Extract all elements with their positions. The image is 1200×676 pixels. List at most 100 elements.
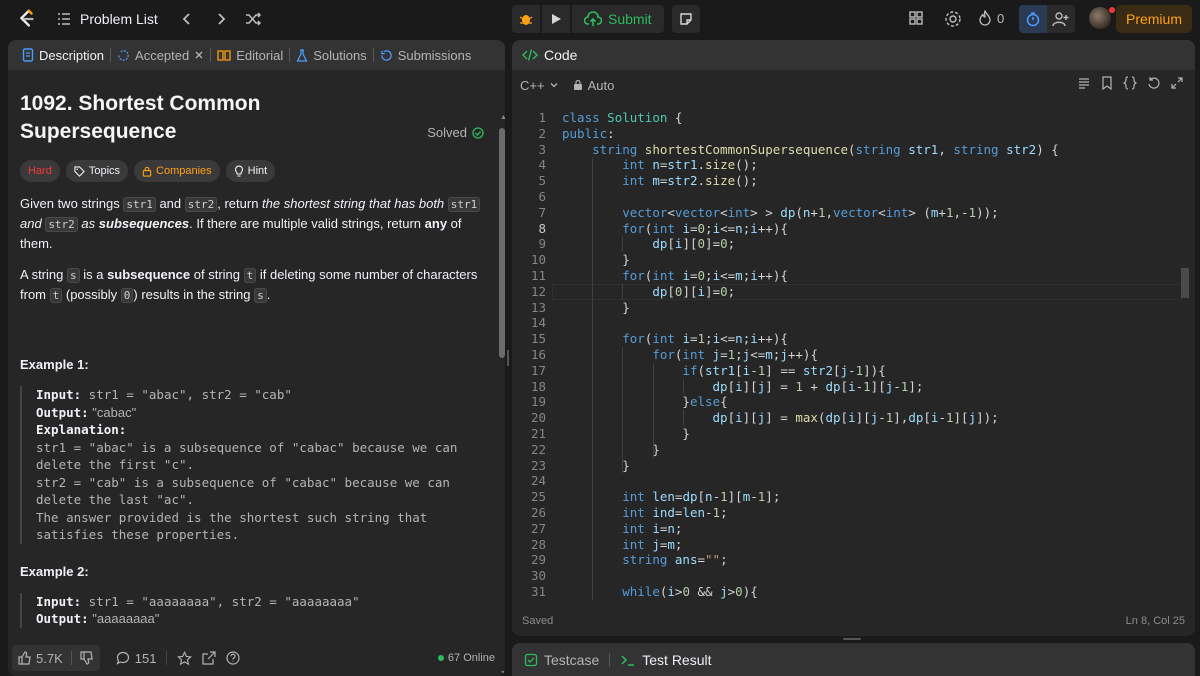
code-line[interactable]: if(str1[i-1] == str2[j-1]){ [562, 363, 885, 379]
code-line[interactable]: for(int i=0;i<=n;i++){ [562, 221, 788, 237]
settings-icon[interactable] [944, 10, 962, 28]
code-editor[interactable]: 1 class Solution {2 public: 3 string shorte… [512, 108, 1195, 600]
topics-tag[interactable]: Topics [65, 160, 129, 182]
shuffle-icon[interactable] [244, 10, 262, 28]
tab-test-result[interactable]: Test Result [620, 652, 712, 668]
history-icon [380, 49, 393, 62]
leetcode-logo[interactable] [16, 8, 38, 30]
editor-tools [1077, 76, 1183, 90]
line-number: 5 [538, 173, 546, 189]
description-scrollbar[interactable] [499, 128, 505, 358]
code-line[interactable]: } [562, 252, 630, 268]
tab-solutions[interactable]: Solutions [290, 48, 372, 63]
line-number: 3 [538, 141, 546, 157]
line-number: 24 [530, 473, 546, 489]
code-line[interactable]: }else{ [562, 394, 727, 410]
code-line[interactable]: int len=dp[n-1][m-1]; [562, 489, 780, 505]
reset-icon[interactable] [1147, 76, 1161, 90]
scroll-up-arrow[interactable]: ▲ [500, 114, 505, 121]
submit-button[interactable]: Submit [572, 5, 664, 33]
line-number: 27 [530, 520, 546, 536]
code-line[interactable]: for(int i=1;i<=n;i++){ [562, 331, 788, 347]
run-button[interactable] [542, 5, 570, 33]
tab-description[interactable]: Description [16, 48, 110, 63]
code-line[interactable]: int ind=len-1; [562, 505, 727, 521]
close-icon[interactable] [194, 50, 204, 60]
document-icon [22, 48, 34, 62]
code-line[interactable]: dp[0][i]=0; [562, 284, 735, 300]
code-line[interactable]: } [562, 458, 630, 474]
problem-list-button[interactable]: Problem List [56, 11, 158, 27]
code-line[interactable]: dp[i][j] = 1 + dp[i-1][j-1]; [562, 379, 924, 395]
timer-icon [1025, 11, 1041, 27]
vertical-resize-handle[interactable] [843, 638, 861, 640]
share-icon[interactable] [202, 651, 217, 665]
description-panel: Description Accepted Editorial Solutions [8, 40, 505, 676]
code-line[interactable]: int i=n; [562, 521, 682, 537]
code-line[interactable]: for(int j=1;j<=m;j++){ [562, 347, 818, 363]
line-number: 30 [530, 568, 546, 584]
code-line[interactable]: int j=m; [562, 537, 682, 553]
tab-accepted[interactable]: Accepted [111, 48, 210, 63]
notes-button[interactable] [671, 5, 700, 33]
code-tab-label[interactable]: Code [544, 47, 577, 63]
layout-icon[interactable] [908, 10, 924, 26]
debug-button[interactable] [512, 5, 540, 33]
line-number: 8 [538, 220, 546, 236]
panel-resize-handle[interactable] [507, 350, 509, 366]
line-number: 21 [530, 426, 546, 441]
thumbs-up-icon[interactable] [18, 651, 32, 665]
editor-scrollbar[interactable] [1181, 268, 1189, 298]
tab-editorial[interactable]: Editorial [211, 48, 289, 63]
braces-icon[interactable] [1123, 76, 1137, 90]
example-1-heading: Example 1: [20, 357, 89, 372]
online-label: 67 Online [447, 652, 495, 664]
hint-tag[interactable]: Hint [225, 160, 276, 182]
auto-mode-toggle[interactable]: Auto [573, 78, 614, 93]
comments-button[interactable]: 151 [116, 650, 157, 666]
thumbs-down-icon[interactable] [80, 651, 94, 665]
code-line[interactable]: dp[i][0]=0; [562, 236, 735, 252]
bookmark-icon[interactable] [1101, 76, 1113, 90]
description-paragraph-1: Given two strings str1 and str2, return … [20, 194, 482, 253]
add-user-icon [1052, 11, 1070, 27]
add-user-button[interactable] [1047, 5, 1075, 33]
line-number: 9 [538, 236, 546, 252]
companies-tag[interactable]: Companies [134, 160, 220, 182]
tab-submissions-label: Submissions [397, 47, 472, 63]
line-number: 10 [530, 252, 546, 268]
problem-title[interactable]: 1092. Shortest Common Supersequence [20, 90, 380, 146]
timer-button[interactable] [1019, 5, 1047, 33]
streak-counter[interactable]: 0 [978, 10, 1004, 26]
code-line[interactable]: string shortestCommonSupersequence(strin… [562, 142, 1059, 158]
tab-testcase[interactable]: Testcase [524, 652, 599, 668]
comment-count: 151 [134, 650, 157, 666]
code-line[interactable]: } [562, 300, 630, 316]
tab-submissions[interactable]: Submissions [374, 48, 478, 63]
tag-icon [74, 165, 85, 177]
code-line[interactable]: } [562, 426, 690, 442]
indent-guide [652, 362, 654, 458]
indent-guide [592, 157, 594, 600]
avatar[interactable] [1089, 7, 1111, 29]
editor-toolbar: C++ Auto [512, 70, 1195, 100]
like-dislike-group: 5.7K [12, 645, 100, 671]
code-line[interactable]: } [562, 442, 660, 458]
code-line[interactable]: string ans=""; [562, 552, 727, 568]
code-line[interactable]: vector<vector<int> > dp(n+1,vector<int> … [562, 205, 998, 221]
format-icon[interactable] [1077, 76, 1091, 90]
expand-icon[interactable] [1171, 76, 1183, 90]
line-number: 18 [530, 378, 546, 394]
chevron-right-icon[interactable] [212, 10, 230, 28]
code-line[interactable]: class Solution { [562, 110, 682, 126]
language-select[interactable]: C++ [520, 78, 559, 93]
history-icon [117, 49, 130, 62]
code-line[interactable]: for(int i=0;i<=m;i++){ [562, 268, 788, 284]
chevron-left-icon[interactable] [178, 10, 196, 28]
help-icon[interactable] [226, 651, 241, 665]
example-1-block: Input: str1 = "abac", str2 = "cab" Outpu… [20, 386, 482, 544]
code-line[interactable]: public: [562, 126, 615, 142]
premium-button[interactable]: Premium [1115, 5, 1192, 33]
star-icon[interactable] [177, 650, 193, 666]
code-line[interactable]: dp[i][j] = max(dp[i][j-1],dp[i-1][j]); [562, 410, 999, 426]
